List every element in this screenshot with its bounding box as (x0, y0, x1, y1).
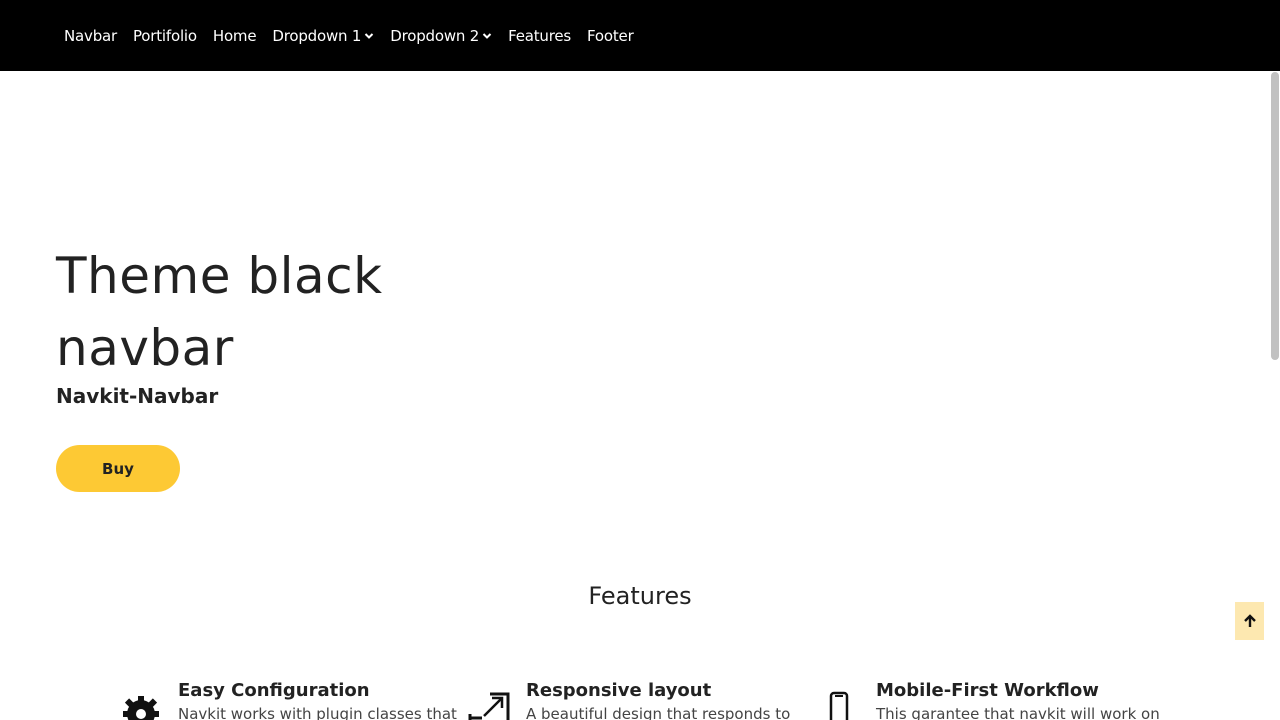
nav-label: Features (508, 26, 572, 45)
nav-item-footer[interactable]: Footer (579, 27, 642, 45)
hero-subtitle: Navkit-Navbar (56, 384, 219, 408)
nav-label: Footer (587, 26, 634, 45)
feature-description: Navkit works with plugin classes that (178, 705, 457, 720)
nav-label: Home (212, 26, 257, 45)
nav-label: Dropdown 2 (390, 26, 480, 45)
nav-item-dropdown-2[interactable]: Dropdown 2 (382, 27, 500, 45)
feature-title: Mobile-First Workflow (876, 680, 1099, 701)
buy-button[interactable]: Buy (56, 445, 180, 492)
back-to-top-button[interactable] (1235, 602, 1264, 640)
feature-title: Responsive layout (526, 680, 712, 701)
nav-item-home[interactable]: Home (205, 27, 265, 45)
hero-title: Theme black navbar (56, 247, 383, 377)
navbar: Navbar Portifolio Home Dropdown 1 Dropdo… (0, 0, 1280, 71)
scrollbar-thumb[interactable] (1271, 72, 1279, 360)
feature-title: Easy Configuration (178, 680, 370, 701)
feature-description: This garantee that navkit will work on (876, 705, 1160, 720)
feature-description: A beautiful design that responds to (526, 705, 791, 720)
chevron-down-icon (365, 32, 374, 39)
mobile-phone-icon (816, 690, 862, 720)
nav-label: Navbar (64, 26, 117, 45)
nav-label: Portifolio (132, 26, 197, 45)
feature-responsive-layout: Responsive layout A beautiful design tha… (466, 680, 790, 720)
nav-brand-navbar[interactable]: Navbar (56, 27, 125, 45)
chevron-down-icon (482, 32, 492, 39)
nav-item-dropdown-1[interactable]: Dropdown 1 (264, 27, 382, 45)
expand-arrow-icon (466, 690, 512, 720)
nav-label: Dropdown 1 (272, 26, 362, 45)
features-heading: Features (588, 582, 692, 610)
nav-item-portifolio[interactable]: Portifolio (125, 27, 205, 45)
arrow-up-icon (1243, 614, 1256, 627)
feature-mobile-first-workflow: Mobile-First Workflow This garantee that… (816, 680, 1160, 720)
gear-icon (118, 690, 164, 720)
feature-easy-configuration: Easy Configuration Navkit works with plu… (118, 680, 457, 720)
nav-item-features[interactable]: Features (500, 27, 579, 45)
